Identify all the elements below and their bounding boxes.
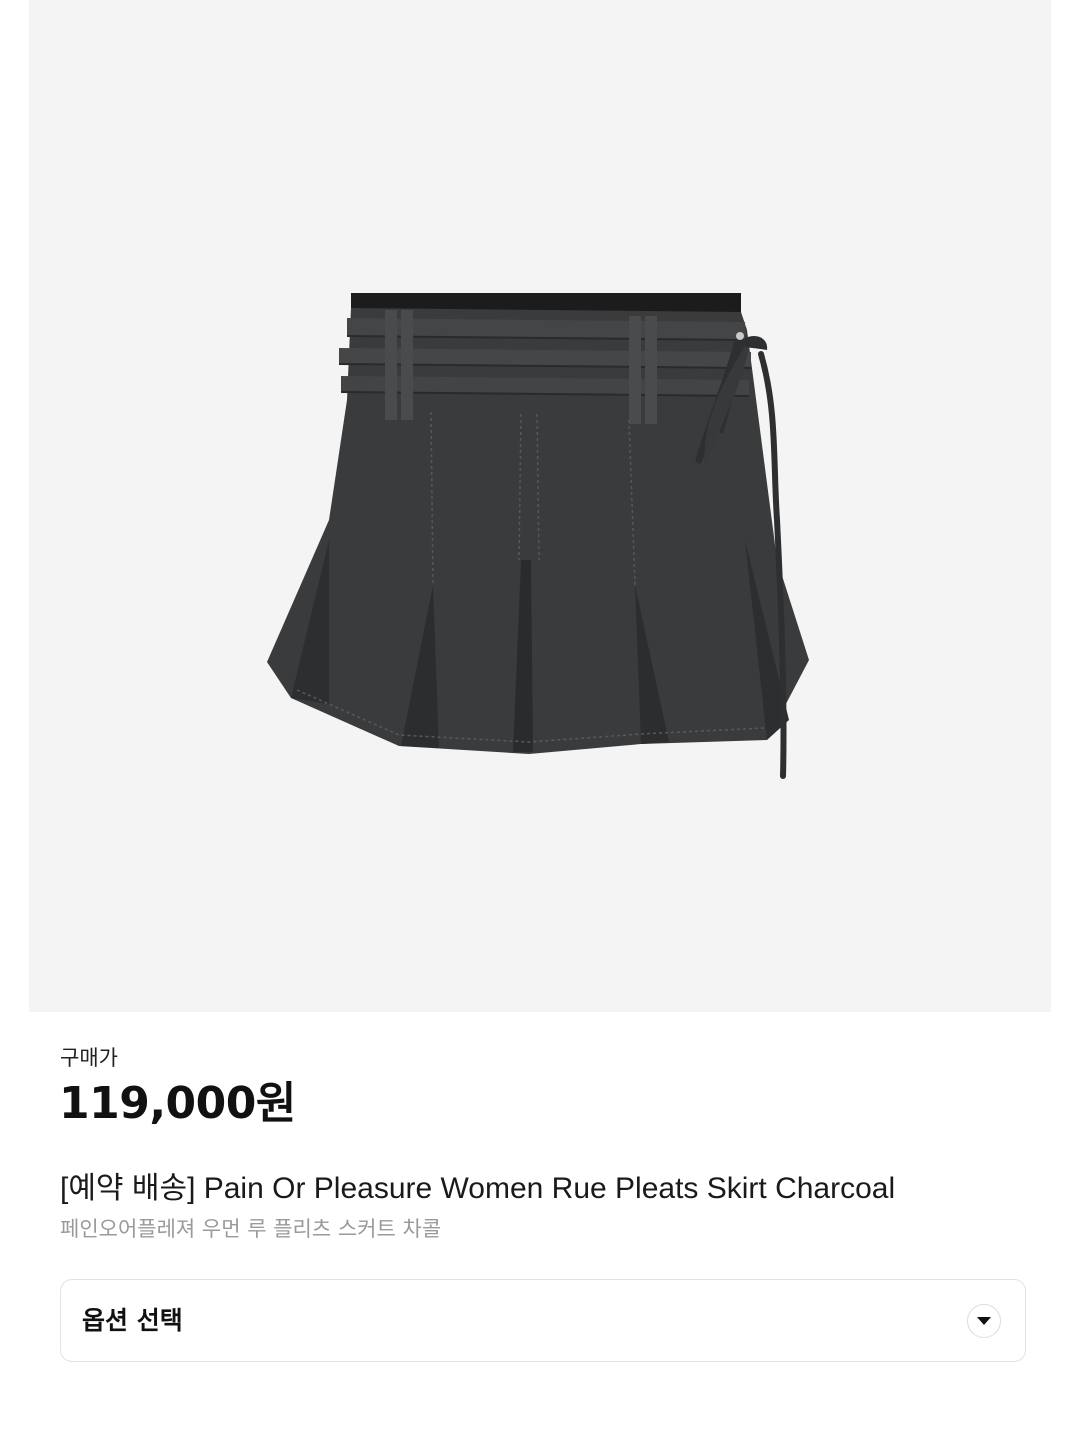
product-image[interactable] [29, 0, 1051, 1012]
price-label: 구매가 [60, 1046, 118, 1070]
option-select-dropdown[interactable]: 옵션 선택 [60, 1279, 1026, 1362]
product-subtitle: 페인오어플레져 우먼 루 플리츠 스커트 차콜 [60, 1217, 442, 1241]
skirt-illustration [267, 293, 809, 779]
chevron-down-icon[interactable] [967, 1304, 1001, 1338]
price-value: 119,000원 [59, 1078, 296, 1129]
option-select-label: 옵션 선택 [82, 1306, 183, 1335]
product-title: [예약 배송] Pain Or Pleasure Women Rue Pleat… [60, 1172, 896, 1205]
